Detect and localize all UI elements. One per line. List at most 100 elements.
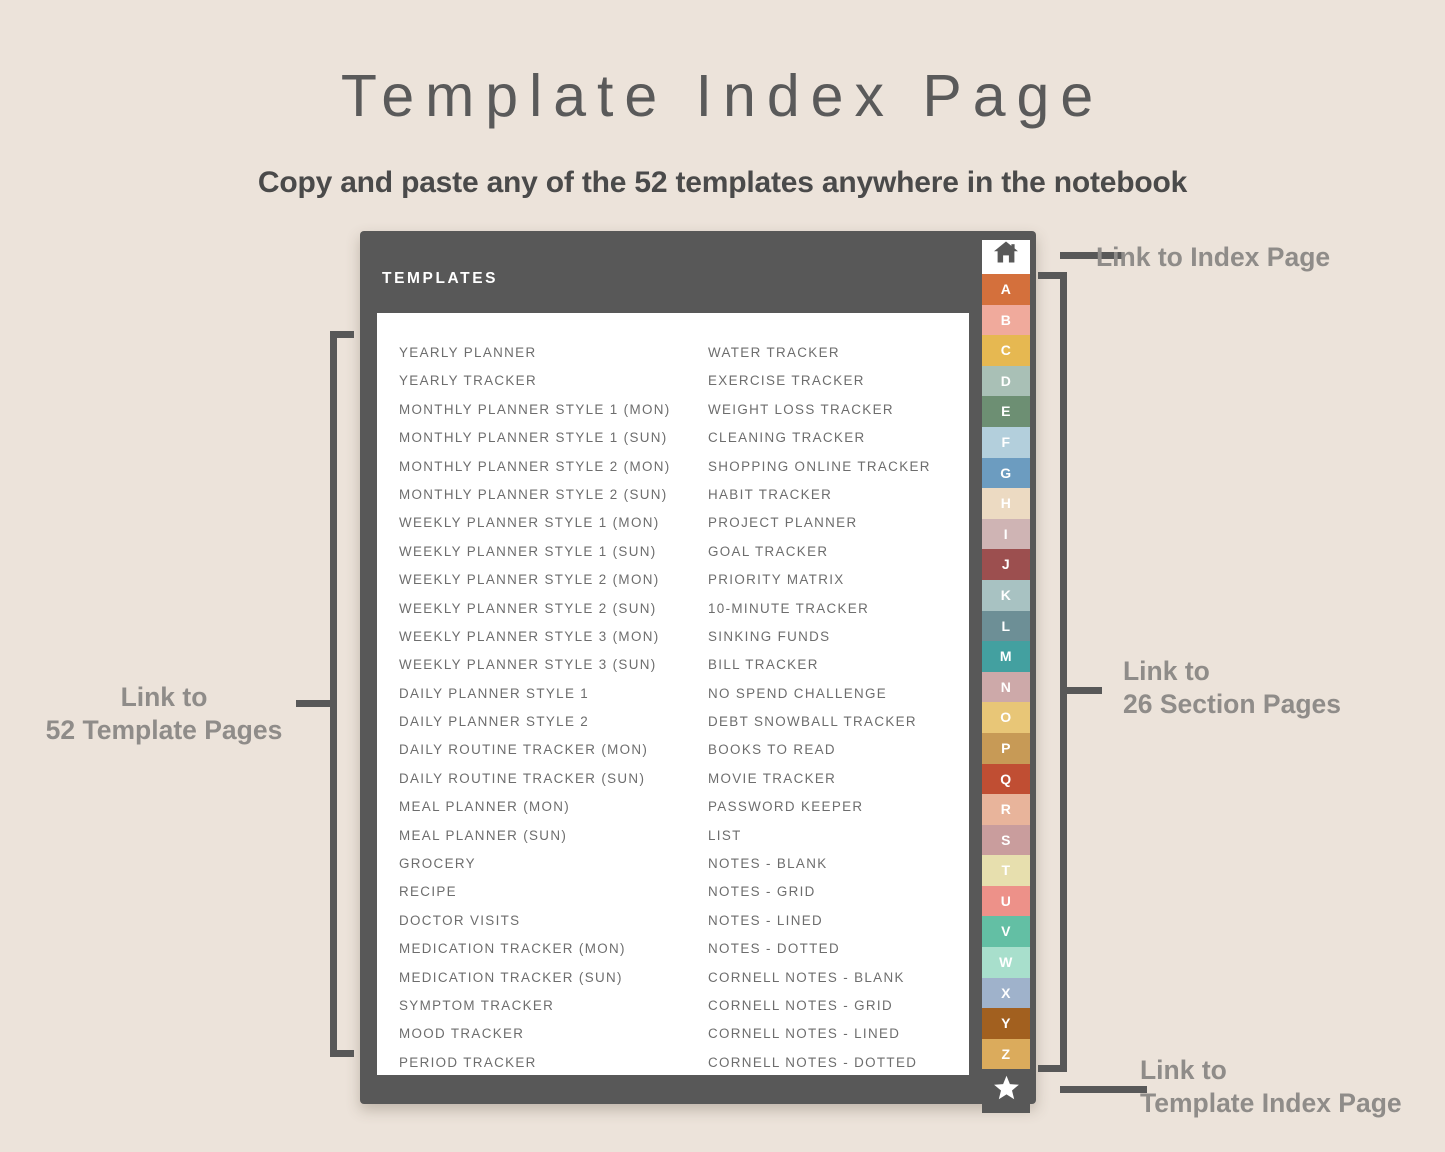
template-list-item[interactable]: BOOKS TO READ (708, 736, 958, 764)
template-list-item[interactable]: NOTES - BLANK (708, 850, 958, 878)
template-list-item[interactable]: MEAL PLANNER (SUN) (399, 822, 699, 850)
template-list-item[interactable]: PROJECT PLANNER (708, 509, 958, 537)
template-list-item[interactable]: MONTHLY PLANNER STYLE 2 (SUN) (399, 481, 699, 509)
template-list-item[interactable]: RECIPE (399, 878, 699, 906)
template-list-item[interactable]: CORNELL NOTES - BLANK (708, 964, 958, 992)
template-list-item[interactable]: MONTHLY PLANNER STYLE 1 (MON) (399, 396, 699, 424)
template-list-item[interactable]: SHOPPING ONLINE TRACKER (708, 453, 958, 481)
template-list-item[interactable]: MEAL PLANNER (MON) (399, 793, 699, 821)
template-list-item[interactable]: WEEKLY PLANNER STYLE 1 (SUN) (399, 538, 699, 566)
template-list-item[interactable]: DAILY PLANNER STYLE 1 (399, 680, 699, 708)
template-list-item[interactable]: DEBT SNOWBALL TRACKER (708, 708, 958, 736)
right-bracket-top-tick (1038, 272, 1067, 279)
template-list-item[interactable]: NOTES - GRID (708, 878, 958, 906)
template-list-item[interactable]: NO SPEND CHALLENGE (708, 680, 958, 708)
template-list-item[interactable]: DAILY ROUTINE TRACKER (MON) (399, 736, 699, 764)
right-bracket-bottom-tick (1038, 1065, 1067, 1072)
tab-q[interactable]: Q (982, 763, 1030, 795)
tab-f[interactable]: F (982, 426, 1030, 458)
tab-s[interactable]: S (982, 824, 1030, 856)
right-bracket-leader (1060, 687, 1102, 694)
tab-g[interactable]: G (982, 457, 1030, 489)
tab-i[interactable]: I (982, 518, 1030, 550)
tab-x[interactable]: X (982, 977, 1030, 1009)
template-list-item[interactable]: GOAL TRACKER (708, 538, 958, 566)
tab-e[interactable]: E (982, 396, 1030, 427)
star-leader-line (1060, 1086, 1147, 1093)
template-list-item[interactable]: WEEKLY PLANNER STYLE 1 (MON) (399, 509, 699, 537)
template-list-right: WATER TRACKER EXERCISE TRACKER WEIGHT LOSS… (708, 339, 958, 1077)
tab-y[interactable]: Y (982, 1008, 1030, 1039)
left-bracket-top-tick (330, 331, 354, 338)
star-icon[interactable] (982, 1075, 1030, 1114)
left-bracket-leader (296, 700, 337, 707)
page-title: Template Index Page (340, 63, 1105, 129)
template-list-item[interactable]: CORNELL NOTES - GRID (708, 992, 958, 1020)
template-list-item[interactable]: BILL TRACKER (708, 651, 958, 679)
tab-j[interactable]: J (982, 549, 1030, 580)
tab-d[interactable]: D (982, 365, 1030, 397)
template-list-item[interactable]: PERIOD TRACKER (399, 1049, 699, 1077)
home-icon[interactable] (982, 240, 1030, 274)
tab-p[interactable]: P (982, 732, 1030, 764)
tab-n[interactable]: N (982, 671, 1030, 703)
tab-r[interactable]: R (982, 794, 1030, 825)
template-list-item[interactable]: MEDICATION TRACKER (SUN) (399, 964, 699, 992)
tab-w[interactable]: W (982, 947, 1030, 978)
template-list-item[interactable]: EXERCISE TRACKER (708, 367, 958, 395)
tab-u[interactable]: U (982, 885, 1030, 917)
templates-heading: TEMPLATES (382, 270, 499, 287)
template-list-item[interactable]: WEEKLY PLANNER STYLE 2 (MON) (399, 566, 699, 594)
template-list-item[interactable]: MONTHLY PLANNER STYLE 2 (MON) (399, 453, 699, 481)
alphabet-tab-strip[interactable]: ABCDEFGHIJKLMNOPQRSTUVWXYZ (982, 235, 1030, 1114)
callout-index-page: Link to Index Page (1096, 242, 1331, 272)
template-list-item[interactable]: CORNELL NOTES - DOTTED (708, 1049, 958, 1077)
template-list-item[interactable]: 10-MINUTE TRACKER (708, 595, 958, 623)
tab-z[interactable]: Z (982, 1038, 1030, 1070)
template-list-left: YEARLY PLANNER YEARLY TRACKER MONTHLY PLAN… (399, 339, 699, 1077)
tab-b[interactable]: B (982, 304, 1030, 336)
template-list-item[interactable]: DOCTOR VISITS (399, 907, 699, 935)
callout-template-index-page: Link to Template Index Page (1140, 1055, 1402, 1118)
tab-t[interactable]: T (982, 855, 1030, 886)
template-list-item[interactable]: PASSWORD KEEPER (708, 793, 958, 821)
template-list-item[interactable]: WEIGHT LOSS TRACKER (708, 396, 958, 424)
template-list-item[interactable]: LIST (708, 822, 958, 850)
template-list-item[interactable]: WEEKLY PLANNER STYLE 3 (MON) (399, 623, 699, 651)
tab-v[interactable]: V (982, 916, 1030, 948)
right-bracket-vertical (1060, 272, 1067, 1072)
template-list-item[interactable]: NOTES - DOTTED (708, 935, 958, 963)
template-list-item[interactable]: SINKING FUNDS (708, 623, 958, 651)
template-list-item[interactable]: DAILY ROUTINE TRACKER (SUN) (399, 765, 699, 793)
tab-l[interactable]: L (982, 610, 1030, 642)
template-list-item[interactable]: MONTHLY PLANNER STYLE 1 (SUN) (399, 424, 699, 452)
template-list-item[interactable]: NOTES - LINED (708, 907, 958, 935)
left-bracket-vertical (330, 331, 337, 1057)
template-list-item[interactable]: YEARLY PLANNER (399, 339, 699, 367)
template-list-item[interactable]: YEARLY TRACKER (399, 367, 699, 395)
callout-section-pages: Link to 26 Section Pages (1123, 656, 1341, 719)
template-list-item[interactable]: WEEKLY PLANNER STYLE 3 (SUN) (399, 651, 699, 679)
template-list-item[interactable]: DAILY PLANNER STYLE 2 (399, 708, 699, 736)
tab-k[interactable]: K (982, 579, 1030, 611)
template-list-item[interactable]: CLEANING TRACKER (708, 424, 958, 452)
page-subtitle: Copy and paste any of the 52 templates a… (257, 166, 1188, 199)
tab-h[interactable]: H (982, 488, 1030, 519)
tab-m[interactable]: M (982, 641, 1030, 672)
template-list-item[interactable]: GROCERY (399, 850, 699, 878)
template-list-item[interactable]: PRIORITY MATRIX (708, 566, 958, 594)
template-list-item[interactable]: CORNELL NOTES - LINED (708, 1020, 958, 1048)
template-list-item[interactable]: MOOD TRACKER (399, 1020, 699, 1048)
callout-template-pages: Link to 52 Template Pages (45, 682, 283, 745)
template-list-item[interactable]: MOVIE TRACKER (708, 765, 958, 793)
tab-c[interactable]: C (982, 335, 1030, 366)
template-list-item[interactable]: MEDICATION TRACKER (MON) (399, 935, 699, 963)
tab-o[interactable]: O (982, 702, 1030, 733)
template-list-item[interactable]: WATER TRACKER (708, 339, 958, 367)
template-list-item[interactable]: WEEKLY PLANNER STYLE 2 (SUN) (399, 595, 699, 623)
template-list-item[interactable]: HABIT TRACKER (708, 481, 958, 509)
template-list-item[interactable]: SYMPTOM TRACKER (399, 992, 699, 1020)
notebook-panel: TEMPLATES YEARLY PLANNER YEARLY TRACKER MO… (360, 231, 1036, 1114)
template-index-sheet: YEARLY PLANNER YEARLY TRACKER MONTHLY PLAN… (377, 313, 969, 1075)
tab-a[interactable]: A (982, 274, 1030, 305)
